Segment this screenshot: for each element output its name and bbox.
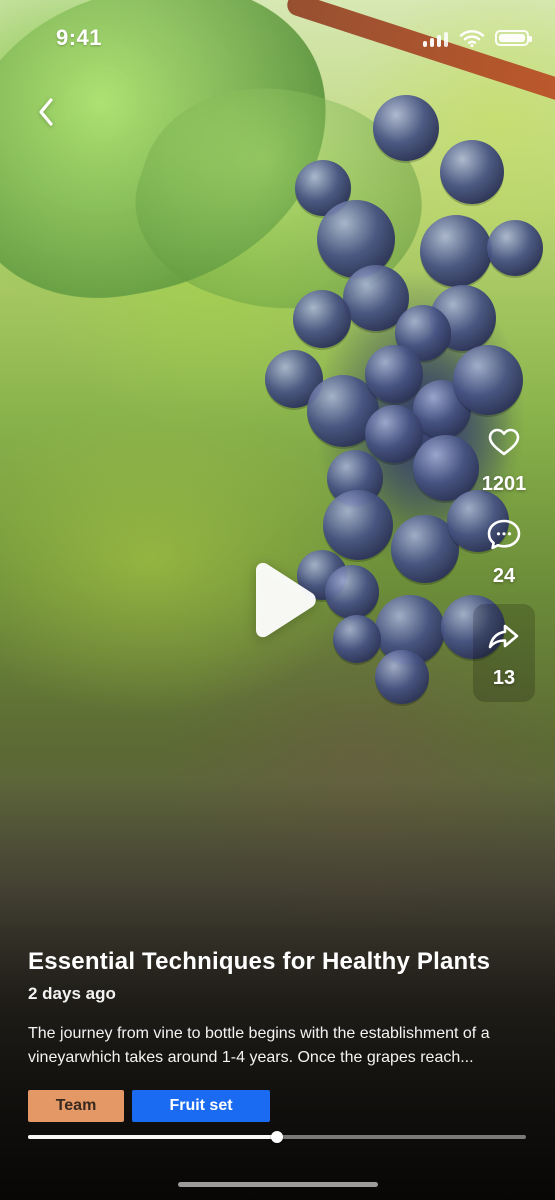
progress-fill [28, 1135, 277, 1139]
back-button[interactable] [24, 88, 68, 136]
like-action[interactable]: 1201 [473, 420, 535, 494]
grape [413, 380, 471, 438]
post-time-ago: 2 days ago [28, 984, 116, 1003]
share-count: 13 [492, 667, 516, 689]
wifi-icon [459, 28, 485, 48]
grape [375, 595, 445, 665]
tag-list: Team Fruit set [28, 1090, 528, 1122]
grape [327, 450, 383, 506]
home-indicator [178, 1182, 378, 1187]
play-button[interactable] [246, 560, 320, 640]
battery-icon [495, 30, 532, 46]
grape [453, 345, 523, 415]
grape [395, 305, 451, 361]
heart-icon [482, 420, 526, 464]
progress-thumb[interactable] [271, 1131, 283, 1143]
post-title: Essential Techniques for Healthy Plants [28, 948, 491, 975]
battery-level [499, 34, 525, 42]
grape [375, 650, 429, 704]
grape [430, 285, 496, 351]
share-arrow-icon [482, 614, 526, 658]
chat-bubble-icon [482, 512, 526, 556]
play-icon [256, 562, 316, 638]
grape [365, 345, 423, 403]
grape [333, 615, 381, 663]
grape [391, 515, 459, 583]
signal-icon [423, 29, 449, 47]
like-count: 1201 [481, 473, 527, 495]
grape [487, 220, 543, 276]
tag-team[interactable]: Team [28, 1090, 124, 1122]
status-time: 9:41 [56, 24, 103, 50]
status-icons [423, 28, 532, 48]
grape [365, 405, 423, 463]
video-progress[interactable] [28, 1128, 526, 1146]
chevron-left-icon [39, 98, 53, 126]
grape [325, 565, 379, 619]
share-action[interactable]: 13 [473, 604, 535, 702]
actions-rail: 1201 24 13 [470, 420, 538, 702]
grape [440, 140, 504, 204]
comment-count: 24 [492, 565, 516, 587]
post-content: Essential Techniques for Healthy Plants … [28, 948, 528, 1122]
status-bar: 9:41 [0, 0, 555, 70]
comment-action[interactable]: 24 [473, 512, 535, 586]
grape [307, 375, 379, 447]
grape [420, 215, 492, 287]
grape [265, 350, 323, 408]
tag-fruit-set[interactable]: Fruit set [132, 1090, 270, 1122]
screen: 9:41 1201 24 13 Essential Techniques for… [0, 0, 555, 1200]
post-description: The journey from vine to bottle begins w… [28, 1025, 490, 1066]
grape [323, 490, 393, 560]
